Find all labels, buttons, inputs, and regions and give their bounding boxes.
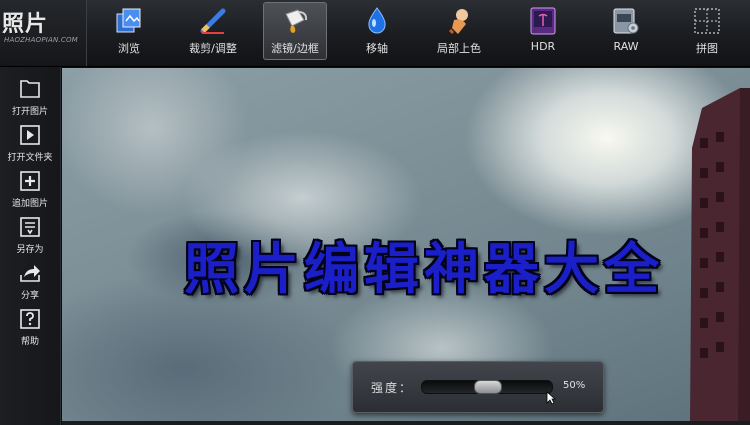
local-color-icon: [448, 9, 468, 35]
tool-local-color-label: 局部上色: [437, 42, 481, 55]
intensity-slider[interactable]: [421, 380, 553, 394]
tool-raw-label: RAW: [613, 40, 639, 53]
tool-raw[interactable]: RAW: [594, 0, 658, 66]
save-as-icon: [20, 217, 40, 237]
sidebar-item-help[interactable]: 帮助: [0, 307, 60, 353]
sidebar-item-open-image[interactable]: 打开图片: [0, 77, 60, 123]
tool-local-color[interactable]: 局部上色: [427, 0, 491, 66]
tool-hdr[interactable]: HDR: [511, 0, 575, 66]
collage-icon: [694, 8, 720, 34]
add-image-icon: [20, 171, 40, 191]
sidebar-item-open-folder[interactable]: 打开文件夹: [0, 123, 60, 169]
sidebar-item-save-as-label: 另存为: [16, 245, 44, 255]
sidebar-item-add-image-label: 追加图片: [11, 199, 48, 209]
intensity-panel: 强度： 50%: [352, 361, 604, 413]
headline-overlay: 照片编辑神器大全: [183, 237, 664, 301]
sidebar-item-open-image-label: 打开图片: [11, 107, 48, 117]
sidebar-item-add-image[interactable]: 追加图片: [0, 169, 60, 215]
share-icon: [20, 265, 40, 282]
sidebar-item-share-label: 分享: [20, 291, 39, 301]
left-sidebar: 打开图片 打开文件夹 追加图片 另存为 分享 帮助: [0, 67, 61, 425]
photo-canvas[interactable]: 照片编辑神器大全 强度： 50%: [62, 68, 750, 425]
intensity-value: 50%: [563, 380, 586, 391]
browse-icon: [116, 8, 141, 33]
sidebar-item-share[interactable]: 分享: [0, 261, 60, 307]
tilt-shift-drop-icon: [368, 7, 386, 34]
app-logo: 照片 HAOZHAOPIAN.COM: [0, 0, 87, 66]
tool-collage-label: 拼图: [696, 42, 718, 55]
tool-browse-label: 浏览: [118, 42, 140, 55]
intensity-slider-thumb[interactable]: [474, 380, 502, 394]
help-icon: [20, 309, 40, 329]
tool-crop-adjust-label: 裁剪/调整: [189, 42, 237, 55]
app-subtitle: HAOZHAOPIAN.COM: [4, 36, 78, 44]
bottom-strip: [62, 421, 750, 425]
hdr-icon: [530, 7, 556, 35]
app-title: 照片: [2, 12, 49, 37]
tool-tilt-shift-label: 移轴: [366, 42, 388, 55]
tool-filter-frame-label: 滤镜/边框: [271, 42, 319, 55]
sidebar-item-help-label: 帮助: [20, 337, 39, 347]
intensity-label: 强度：: [371, 381, 414, 395]
top-toolbar: 照片 HAOZHAOPIAN.COM 浏览 裁剪/调整 滤镜/边框 移轴 局部上…: [0, 0, 750, 67]
filter-frame-icon: [285, 9, 308, 33]
tool-filter-frame[interactable]: 滤镜/边框: [263, 2, 327, 60]
tool-browse[interactable]: 浏览: [97, 0, 161, 66]
sidebar-item-save-as[interactable]: 另存为: [0, 215, 60, 261]
open-image-icon: [20, 80, 40, 98]
tool-tilt-shift[interactable]: 移轴: [345, 0, 409, 66]
open-folder-icon: [20, 125, 40, 145]
tool-hdr-label: HDR: [530, 40, 556, 53]
crop-adjust-icon: [200, 8, 226, 34]
tool-collage[interactable]: 拼图: [675, 0, 739, 66]
tool-crop-adjust[interactable]: 裁剪/调整: [181, 0, 245, 66]
raw-icon: [613, 8, 639, 34]
mouse-cursor-icon: [546, 391, 556, 405]
sidebar-item-open-folder-label: 打开文件夹: [7, 153, 53, 163]
